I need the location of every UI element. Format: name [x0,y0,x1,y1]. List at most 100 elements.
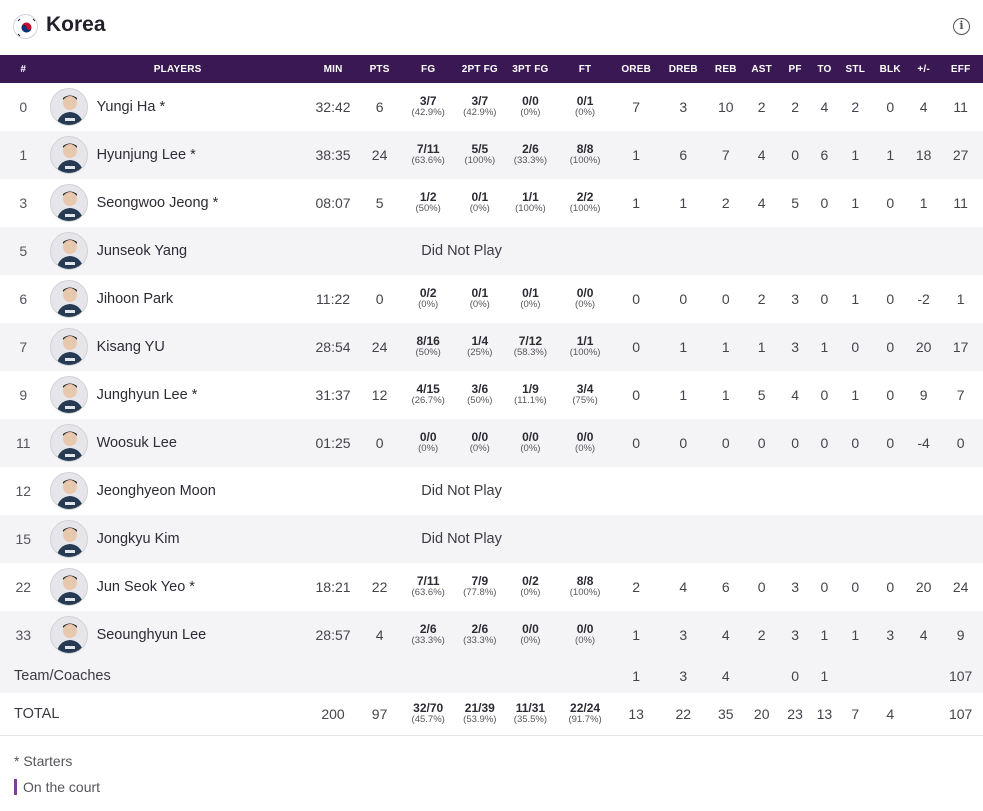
pm-cell: 4 [919,99,928,115]
player-name[interactable]: Jeonghyeon Moon [97,483,216,499]
table-row[interactable]: 9 Junghyun Lee * 31:37 12 4/15 (26.7%) 3/6 (50%… [0,371,983,419]
percentage: (0%) [575,635,596,646]
eff-cell: 27 [952,147,969,163]
to-cell: 1 [820,339,829,355]
empty-cell [614,227,658,275]
points: 97 [371,705,388,722]
player-name[interactable]: Jongkyu Kim [97,531,180,547]
fg-cell: 32/70 (45.7%) [402,693,455,735]
fg2-cell: 21/39 (53.9%) [455,693,506,735]
percentage: (75%) [572,395,598,406]
table-row[interactable]: 5 Junseok Yang Did Not Play [0,227,983,275]
player-name[interactable]: Hyunjung Lee * [97,147,196,163]
table-row[interactable]: 11 Woosuk Lee 01:25 0 0/0 (0%) 0/0 (0%) 0/0 (0%) 0… [0,419,983,467]
fg-cell: 1/2 (50%) [402,179,455,227]
empty-cell [909,227,938,275]
player-name[interactable]: Woosuk Lee [97,435,177,451]
info-icon[interactable]: i [953,18,970,35]
made-attempted: 0/1 [522,286,539,300]
reb-cell: 35 [717,705,734,722]
jersey-number: 12 [15,483,32,499]
on-court-legend: On the court [14,779,100,795]
empty-cell [909,693,938,735]
percentage: (35.5%) [513,713,548,725]
table-row[interactable]: 22 Jun Seok Yeo * 18:21 22 7/11 (63.6%) 7/9 (77… [0,563,983,611]
table-row[interactable]: 7 Kisang YU 28:54 24 8/16 (50%) 1/4 (25%) 7/12 (5… [0,323,983,371]
player-name[interactable]: Seongwoo Jeong * [97,195,219,211]
ft-cell: 22/24 (91.7%) [556,693,615,735]
player-name[interactable]: Jihoon Park [97,291,174,307]
made-attempted: 5/5 [471,142,489,156]
to-cell: 0 [820,387,829,403]
avatar [49,184,88,222]
pf-cell: 3 [791,579,799,595]
column-header: MIN [323,63,343,75]
made-attempted: 0/1 [576,94,594,108]
ft-cell: 0/0 (0%) [556,611,615,659]
fg3-cell: 0/0 (0%) [505,83,556,131]
table-row[interactable]: 33 Seounghyun Lee 28:57 4 2/6 (33.3%) 2/6 (33.3… [0,611,983,659]
stl-cell: 1 [851,195,860,211]
ast-cell: 0 [757,579,766,595]
minutes: 18:21 [315,579,351,595]
oreb-cell: 2 [632,579,641,595]
player-name[interactable]: Junghyun Lee * [97,387,198,403]
table-row[interactable]: 12 Jeonghyeon Moon Did Not Play [0,467,983,515]
player-name[interactable]: Yungi Ha * [97,99,166,115]
percentage: (33.3%) [463,635,497,646]
player-cell: Junseok Yang [47,227,309,275]
made-attempted: 3/4 [576,382,594,396]
fg3-cell: 1/1 (100%) [505,179,556,227]
fg2-cell: 0/0 (0%) [455,419,506,467]
made-attempted: 2/2 [576,190,594,204]
empty-cell [743,515,780,563]
pm-cell: 18 [915,147,932,163]
table-row[interactable]: 1 Hyunjung Lee * 38:35 24 7/11 (63.6%) 5/5 (100… [0,131,983,179]
table-row[interactable]: 15 Jongkyu Kim Did Not Play [0,515,983,563]
avatar [49,88,88,126]
player-name[interactable]: Seounghyun Lee [97,627,207,643]
table-row[interactable]: 3 Seongwoo Jeong * 08:07 5 1/2 (50%) 0/1 (0%) 1/… [0,179,983,227]
dreb-cell: 3 [679,668,688,684]
to-cell: 1 [820,627,829,643]
oreb-cell: 0 [632,387,641,403]
player-name[interactable]: Kisang YU [97,339,165,355]
pm-cell: 20 [915,339,932,355]
oreb-cell: 1 [632,195,641,211]
fg-cell: 3/7 (42.9%) [402,83,455,131]
fg3-cell: 1/9 (11.1%) [505,371,556,419]
made-attempted: 0/0 [522,94,539,108]
team-coaches-row: Team/Coaches 1 3 4 0 1 107 [0,659,983,693]
oreb-cell: 0 [632,291,641,307]
player-name[interactable]: Junseok Yang [97,243,188,259]
percentage: (100%) [569,587,601,598]
percentage: (0%) [520,443,541,454]
oreb-cell: 1 [632,668,641,684]
column-header: TO [817,63,832,75]
column-header: OREB [621,63,652,75]
percentage: (0%) [418,299,439,310]
percentage: (11.1%) [514,395,547,406]
percentage: (91.7%) [568,713,602,725]
dreb-cell: 22 [675,705,692,722]
ast-cell: 0 [757,435,766,451]
made-attempted: 22/24 [570,700,601,715]
table-row[interactable]: 6 Jihoon Park 11:22 0 0/2 (0%) 0/1 (0%) 0/1 (0%) 0… [0,275,983,323]
ft-cell: 0/0 (0%) [556,419,615,467]
stl-cell: 0 [851,435,860,451]
ft-cell: 0/0 (0%) [556,275,615,323]
made-attempted: 1/2 [419,190,437,204]
player-name[interactable]: Jun Seok Yeo * [97,579,195,595]
ft-cell: 2/2 (100%) [556,179,615,227]
to-cell: 0 [820,435,829,451]
reb-cell: 6 [721,579,730,595]
table-row[interactable]: 0 Yungi Ha * 32:42 6 3/7 (42.9%) 3/7 (42.9%) 0/0… [0,83,983,131]
empty-cell [839,467,871,515]
percentage: (63.6%) [411,587,445,598]
column-header: PLAYERS [153,63,202,75]
empty-cell [938,515,983,563]
reb-cell: 4 [721,627,730,643]
stl-cell: 2 [851,99,860,115]
ft-cell: 8/8 (100%) [556,563,615,611]
blk-cell: 0 [886,291,895,307]
